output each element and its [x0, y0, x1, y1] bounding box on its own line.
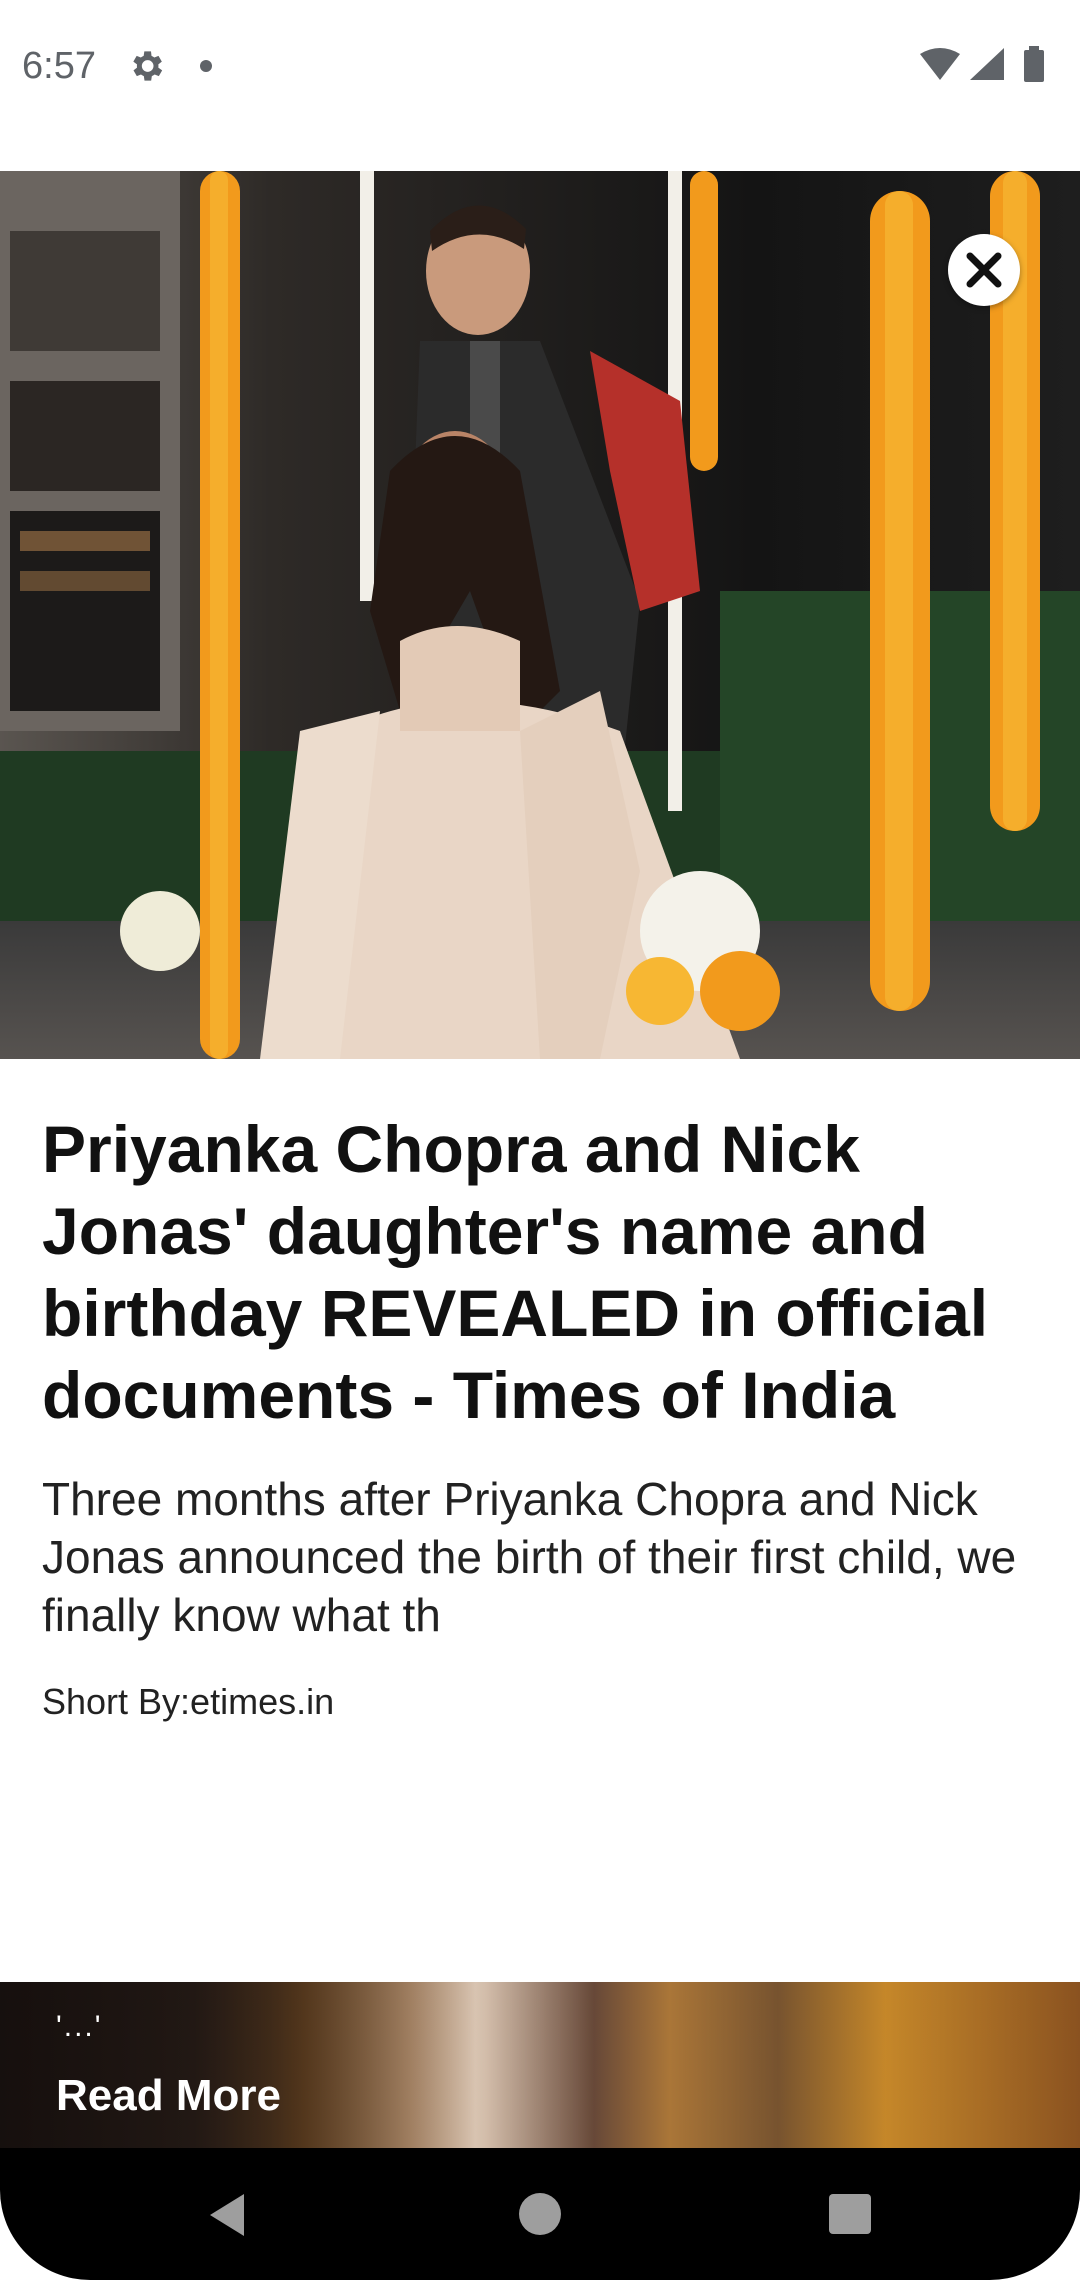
close-icon: [966, 252, 1002, 288]
cell-signal-icon: [970, 48, 1004, 80]
battery-icon: [1024, 46, 1044, 82]
article-byline: Short By:etimes.in: [42, 1681, 335, 1722]
article-headline: Priyanka Chopra and Nick Jonas' daughter…: [42, 1112, 989, 1432]
close-button[interactable]: [948, 234, 1020, 306]
photo-couple-on-swing: [0, 171, 1080, 1059]
article-hero-image: [0, 171, 1080, 1059]
status-icons: [920, 46, 1044, 82]
home-icon[interactable]: [519, 2193, 561, 2235]
read-more-bar[interactable]: [0, 1982, 1080, 2148]
notification-dot-icon: [200, 60, 212, 72]
settings-gear-icon: [133, 51, 163, 81]
status-bar: 6:57: [0, 0, 1080, 135]
status-time: 6:57: [22, 45, 96, 87]
system-nav-bar: [0, 2148, 1080, 2280]
read-more-button[interactable]: Read More: [56, 2070, 281, 2122]
back-icon[interactable]: [206, 2192, 246, 2238]
recents-icon[interactable]: [829, 2194, 871, 2234]
read-more-dots: '...': [56, 2010, 103, 2043]
wifi-icon: [920, 48, 960, 80]
article-summary: Three months after Priyanka Chopra and N…: [42, 1473, 1017, 1641]
